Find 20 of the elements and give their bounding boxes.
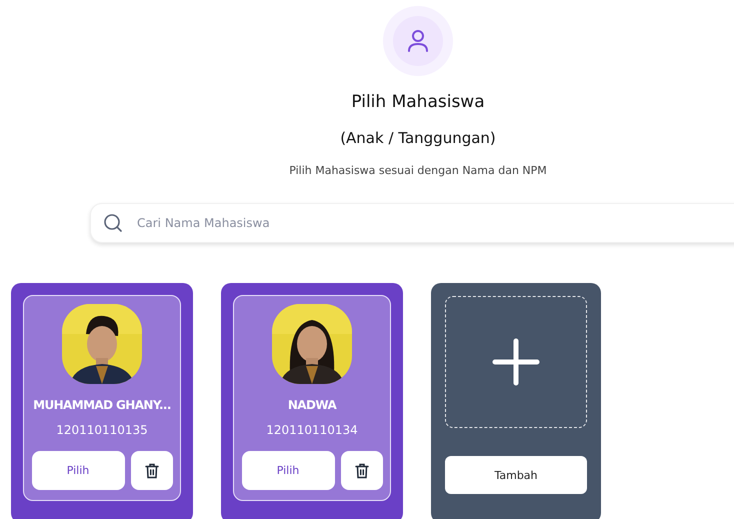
- plus-icon: [492, 338, 540, 386]
- delete-button[interactable]: [130, 451, 172, 490]
- search-input[interactable]: Cari Nama Mahasiswa: [135, 215, 734, 231]
- search-field[interactable]: Cari Nama Mahasiswa: [90, 203, 734, 243]
- trash-icon: [144, 462, 158, 478]
- student-name: MUHAMMAD GHANY...: [33, 398, 171, 412]
- user-icon: [407, 29, 429, 53]
- add-button[interactable]: Tambah: [445, 456, 587, 494]
- select-button[interactable]: Pilih: [32, 451, 124, 490]
- page-title: Pilih Mahasiswa: [351, 92, 485, 112]
- student-npm: 120110110135: [56, 423, 148, 437]
- trash-icon: [354, 462, 368, 478]
- page-subtitle: (Anak / Tanggungan): [340, 129, 496, 147]
- delete-button[interactable]: [340, 451, 382, 490]
- page-description: Pilih Mahasiswa sesuai dengan Nama dan NPM: [289, 164, 547, 177]
- select-button[interactable]: Pilih: [242, 451, 334, 490]
- add-dropzone[interactable]: [445, 296, 587, 428]
- search-icon: [103, 213, 123, 233]
- student-name: NADWA: [288, 398, 336, 412]
- student-npm: 120110110134: [266, 423, 358, 437]
